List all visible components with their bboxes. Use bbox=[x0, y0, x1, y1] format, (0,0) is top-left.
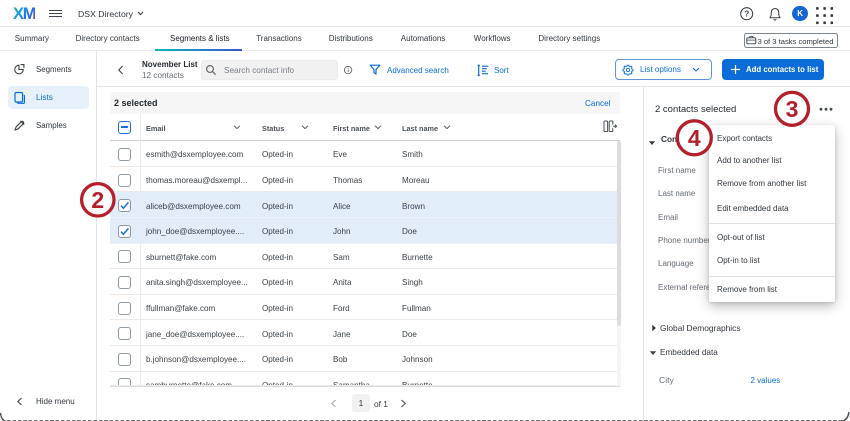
svg-text:3: 3 bbox=[786, 96, 799, 122]
svg-text:2: 2 bbox=[91, 187, 104, 213]
svg-text:?: ? bbox=[744, 10, 749, 19]
svg-text:4: 4 bbox=[688, 125, 701, 151]
